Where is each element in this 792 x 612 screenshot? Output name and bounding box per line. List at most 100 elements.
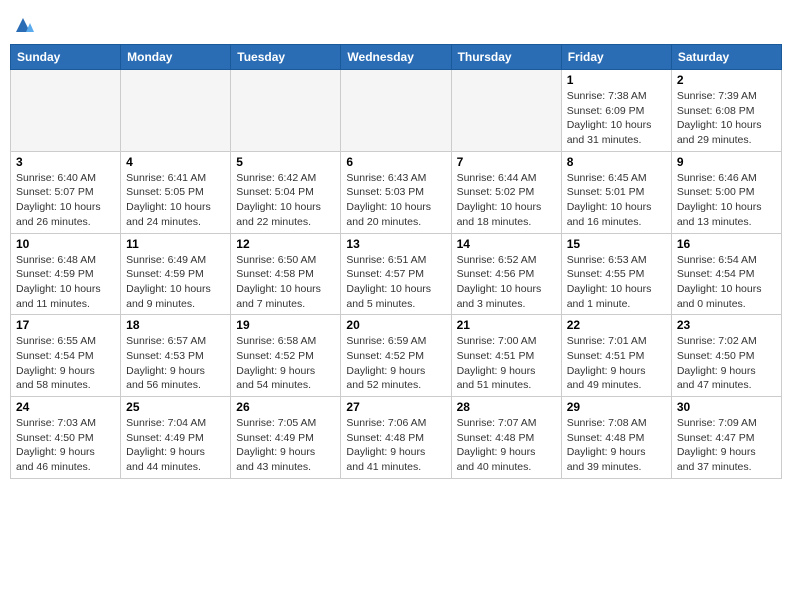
- calendar-cell: 20 Sunrise: 6:59 AMSunset: 4:52 PMDayligh…: [341, 315, 451, 397]
- calendar-cell: 5Sunrise: 6:42 AMSunset: 5:04 PMDaylight…: [231, 151, 341, 233]
- calendar-cell: 14 Sunrise: 6:52 AMSunset: 4:56 PMDayligh…: [451, 233, 561, 315]
- calendar-cell: 9 Sunrise: 6:46 AMSunset: 5:00 PMDaylight…: [671, 151, 781, 233]
- day-info: Sunrise: 7:03 AMSunset: 4:50 PMDaylight:…: [16, 416, 115, 475]
- day-info: Sunrise: 6:50 AMSunset: 4:58 PMDaylight:…: [236, 253, 335, 312]
- day-number: 24: [16, 400, 115, 414]
- calendar-cell: 7 Sunrise: 6:44 AMSunset: 5:02 PMDaylight…: [451, 151, 561, 233]
- logo: [10, 10, 34, 36]
- day-number: 15: [567, 237, 666, 251]
- day-number: 26: [236, 400, 335, 414]
- calendar-header-cell: Monday: [121, 45, 231, 70]
- day-number: 1: [567, 73, 666, 87]
- calendar-cell: 16Sunrise: 6:54 AMSunset: 4:54 PMDayligh…: [671, 233, 781, 315]
- day-number: 4: [126, 155, 225, 169]
- day-info: Sunrise: 7:01 AMSunset: 4:51 PMDaylight:…: [567, 334, 666, 393]
- calendar-cell: 22 Sunrise: 7:01 AMSunset: 4:51 PMDayligh…: [561, 315, 671, 397]
- calendar-cell: 11 Sunrise: 6:49 AMSunset: 4:59 PMDayligh…: [121, 233, 231, 315]
- calendar-header-cell: Tuesday: [231, 45, 341, 70]
- day-info: Sunrise: 6:48 AMSunset: 4:59 PMDaylight:…: [16, 253, 115, 312]
- day-number: 19: [236, 318, 335, 332]
- calendar-cell: 4 Sunrise: 6:41 AMSunset: 5:05 PMDaylight…: [121, 151, 231, 233]
- calendar-header-cell: Wednesday: [341, 45, 451, 70]
- day-number: 22: [567, 318, 666, 332]
- calendar-cell: 25 Sunrise: 7:04 AMSunset: 4:49 PMDayligh…: [121, 397, 231, 479]
- day-number: 7: [457, 155, 556, 169]
- day-info: Sunrise: 7:05 AMSunset: 4:49 PMDaylight:…: [236, 416, 335, 475]
- calendar-header-cell: Saturday: [671, 45, 781, 70]
- calendar-table: SundayMondayTuesdayWednesdayThursdayFrid…: [10, 44, 782, 479]
- calendar-cell: [11, 70, 121, 152]
- day-info: Sunrise: 7:38 AMSunset: 6:09 PMDaylight:…: [567, 89, 666, 148]
- calendar-cell: [341, 70, 451, 152]
- day-info: Sunrise: 6:55 AMSunset: 4:54 PMDaylight:…: [16, 334, 115, 393]
- day-info: Sunrise: 7:04 AMSunset: 4:49 PMDaylight:…: [126, 416, 225, 475]
- calendar-week-row: 3 Sunrise: 6:40 AMSunset: 5:07 PMDaylight…: [11, 151, 782, 233]
- calendar-header-cell: Thursday: [451, 45, 561, 70]
- calendar-cell: 12 Sunrise: 6:50 AMSunset: 4:58 PMDayligh…: [231, 233, 341, 315]
- day-number: 9: [677, 155, 776, 169]
- calendar-body: 1 Sunrise: 7:38 AMSunset: 6:09 PMDaylight…: [11, 70, 782, 479]
- day-info: Sunrise: 6:57 AMSunset: 4:53 PMDaylight:…: [126, 334, 225, 393]
- day-info: Sunrise: 6:41 AMSunset: 5:05 PMDaylight:…: [126, 171, 225, 230]
- calendar-cell: 26 Sunrise: 7:05 AMSunset: 4:49 PMDayligh…: [231, 397, 341, 479]
- calendar-cell: [121, 70, 231, 152]
- calendar-cell: 13Sunrise: 6:51 AMSunset: 4:57 PMDayligh…: [341, 233, 451, 315]
- calendar-cell: 19 Sunrise: 6:58 AMSunset: 4:52 PMDayligh…: [231, 315, 341, 397]
- calendar-cell: 24 Sunrise: 7:03 AMSunset: 4:50 PMDayligh…: [11, 397, 121, 479]
- calendar-cell: 15 Sunrise: 6:53 AMSunset: 4:55 PMDayligh…: [561, 233, 671, 315]
- day-info: Sunrise: 6:54 AMSunset: 4:54 PMDaylight:…: [677, 253, 776, 312]
- calendar-week-row: 10Sunrise: 6:48 AMSunset: 4:59 PMDayligh…: [11, 233, 782, 315]
- page-header: [10, 10, 782, 36]
- calendar-cell: 18 Sunrise: 6:57 AMSunset: 4:53 PMDayligh…: [121, 315, 231, 397]
- day-info: Sunrise: 6:43 AMSunset: 5:03 PMDaylight:…: [346, 171, 445, 230]
- day-info: Sunrise: 6:59 AMSunset: 4:52 PMDaylight:…: [346, 334, 445, 393]
- day-info: Sunrise: 7:00 AMSunset: 4:51 PMDaylight:…: [457, 334, 556, 393]
- calendar-cell: [231, 70, 341, 152]
- calendar-cell: 2 Sunrise: 7:39 AMSunset: 6:08 PMDaylight…: [671, 70, 781, 152]
- day-number: 17: [16, 318, 115, 332]
- day-info: Sunrise: 6:53 AMSunset: 4:55 PMDaylight:…: [567, 253, 666, 312]
- day-number: 28: [457, 400, 556, 414]
- day-info: Sunrise: 6:51 AMSunset: 4:57 PMDaylight:…: [346, 253, 445, 312]
- day-number: 20: [346, 318, 445, 332]
- calendar-header-cell: Friday: [561, 45, 671, 70]
- day-number: 6: [346, 155, 445, 169]
- calendar-cell: 3 Sunrise: 6:40 AMSunset: 5:07 PMDaylight…: [11, 151, 121, 233]
- day-info: Sunrise: 6:58 AMSunset: 4:52 PMDaylight:…: [236, 334, 335, 393]
- day-info: Sunrise: 7:09 AMSunset: 4:47 PMDaylight:…: [677, 416, 776, 475]
- day-number: 23: [677, 318, 776, 332]
- day-info: Sunrise: 7:07 AMSunset: 4:48 PMDaylight:…: [457, 416, 556, 475]
- calendar-cell: 23 Sunrise: 7:02 AMSunset: 4:50 PMDayligh…: [671, 315, 781, 397]
- day-number: 14: [457, 237, 556, 251]
- day-info: Sunrise: 6:49 AMSunset: 4:59 PMDaylight:…: [126, 253, 225, 312]
- calendar-header-cell: Sunday: [11, 45, 121, 70]
- day-info: Sunrise: 6:44 AMSunset: 5:02 PMDaylight:…: [457, 171, 556, 230]
- calendar-cell: 27 Sunrise: 7:06 AMSunset: 4:48 PMDayligh…: [341, 397, 451, 479]
- calendar-cell: 10Sunrise: 6:48 AMSunset: 4:59 PMDayligh…: [11, 233, 121, 315]
- day-number: 12: [236, 237, 335, 251]
- day-info: Sunrise: 6:46 AMSunset: 5:00 PMDaylight:…: [677, 171, 776, 230]
- day-number: 27: [346, 400, 445, 414]
- calendar-cell: [451, 70, 561, 152]
- day-number: 8: [567, 155, 666, 169]
- day-number: 25: [126, 400, 225, 414]
- day-info: Sunrise: 7:06 AMSunset: 4:48 PMDaylight:…: [346, 416, 445, 475]
- day-info: Sunrise: 7:08 AMSunset: 4:48 PMDaylight:…: [567, 416, 666, 475]
- calendar-cell: 21Sunrise: 7:00 AMSunset: 4:51 PMDayligh…: [451, 315, 561, 397]
- day-info: Sunrise: 7:02 AMSunset: 4:50 PMDaylight:…: [677, 334, 776, 393]
- day-info: Sunrise: 7:39 AMSunset: 6:08 PMDaylight:…: [677, 89, 776, 148]
- day-number: 5: [236, 155, 335, 169]
- calendar-cell: 29Sunrise: 7:08 AMSunset: 4:48 PMDayligh…: [561, 397, 671, 479]
- day-info: Sunrise: 6:40 AMSunset: 5:07 PMDaylight:…: [16, 171, 115, 230]
- day-number: 3: [16, 155, 115, 169]
- day-number: 11: [126, 237, 225, 251]
- calendar-cell: 17 Sunrise: 6:55 AMSunset: 4:54 PMDayligh…: [11, 315, 121, 397]
- calendar-cell: 28 Sunrise: 7:07 AMSunset: 4:48 PMDayligh…: [451, 397, 561, 479]
- day-number: 18: [126, 318, 225, 332]
- day-number: 2: [677, 73, 776, 87]
- calendar-week-row: 17 Sunrise: 6:55 AMSunset: 4:54 PMDayligh…: [11, 315, 782, 397]
- logo-icon: [12, 14, 34, 36]
- day-info: Sunrise: 6:52 AMSunset: 4:56 PMDaylight:…: [457, 253, 556, 312]
- calendar-header-row: SundayMondayTuesdayWednesdayThursdayFrid…: [11, 45, 782, 70]
- day-info: Sunrise: 6:45 AMSunset: 5:01 PMDaylight:…: [567, 171, 666, 230]
